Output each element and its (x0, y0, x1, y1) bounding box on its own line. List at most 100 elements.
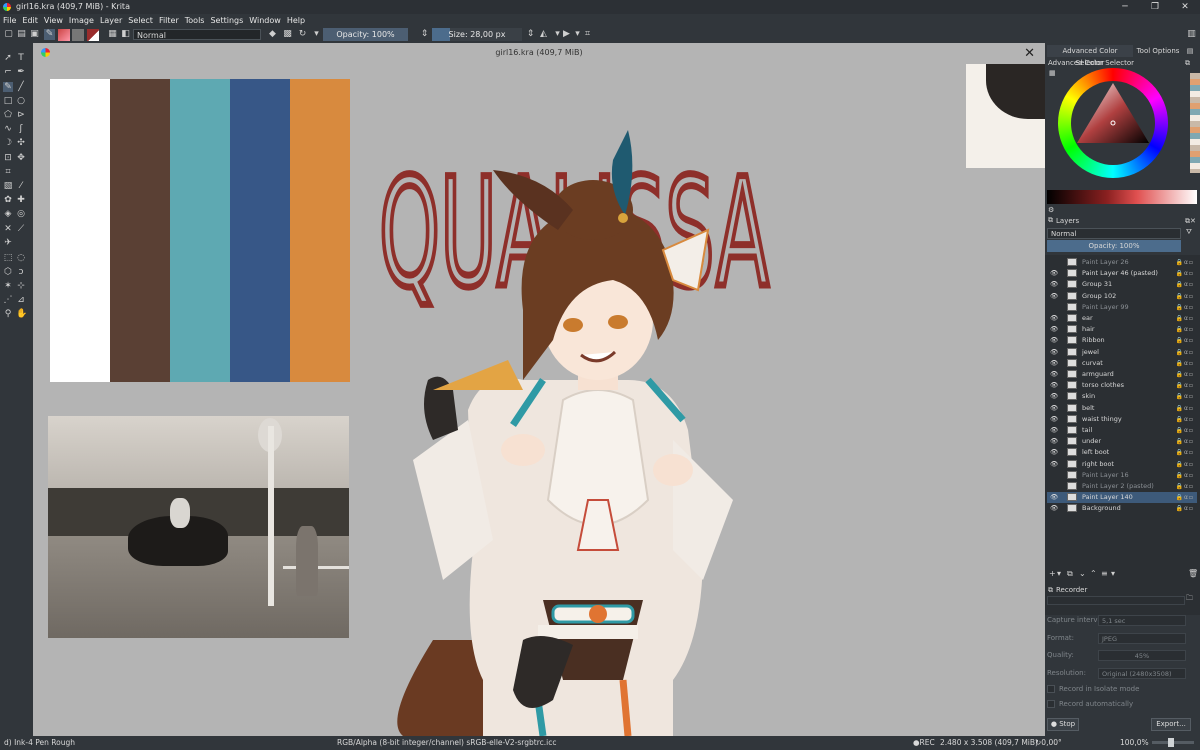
zoom-tool-icon[interactable]: ⚲ (3, 309, 13, 319)
float-docker-icon[interactable]: ⧉ (1185, 59, 1190, 68)
visibility-eye-icon[interactable]: 👁 (1050, 391, 1058, 402)
visibility-eye-icon[interactable]: 👁 (1050, 313, 1058, 324)
visibility-eye-icon[interactable]: 👁 (1050, 436, 1058, 447)
canvas-area[interactable]: girl16.kra (409,7 MiB) ✕ QUALISSA (33, 43, 1045, 736)
docker-config-icon[interactable]: ▤ (1183, 45, 1197, 57)
reference-images-icon[interactable]: ✈ (3, 238, 13, 248)
layer-lock-icon[interactable]: 🔒α▫ (1176, 313, 1195, 324)
layer-row[interactable]: 👁 belt 🔒α▫ (1047, 403, 1197, 414)
save-icon[interactable]: ▣ (29, 29, 40, 40)
layer-properties-icon[interactable]: ≡ (1101, 569, 1108, 578)
smart-patch-icon[interactable]: ✚ (16, 195, 26, 205)
add-layer-icon[interactable]: + (1049, 569, 1056, 578)
blend-mode-select[interactable]: Normal (133, 29, 261, 40)
isolate-mode-checkbox[interactable] (1047, 685, 1055, 693)
menu-help[interactable]: Help (284, 14, 308, 27)
layers-blend-select[interactable]: Normal (1047, 228, 1181, 239)
delete-layer-icon[interactable]: 🗑 (1188, 569, 1198, 578)
layer-lock-icon[interactable]: 🔒α▫ (1176, 459, 1195, 470)
visibility-eye-icon[interactable]: 👁 (1050, 369, 1058, 380)
color-settings-icon[interactable]: ▦ (1049, 69, 1056, 77)
visibility-eye-icon[interactable]: 👁 (1050, 503, 1058, 514)
layer-row[interactable]: 👁 tail 🔒α▫ (1047, 425, 1197, 436)
zoom-label[interactable]: 100,0% (1120, 736, 1149, 750)
visibility-eye-icon[interactable]: 👁 (1050, 268, 1058, 279)
restore-icon[interactable]: ❐ (1140, 0, 1170, 14)
layer-lock-icon[interactable]: 🔒α▫ (1176, 257, 1195, 268)
mirror-vertical-icon[interactable]: ▶ (561, 29, 572, 40)
layer-row[interactable]: 👁 curvat 🔒α▫ (1047, 358, 1197, 369)
menu-view[interactable]: View (41, 14, 66, 27)
wrap-around-icon[interactable]: ⌗ (582, 29, 593, 40)
contiguous-select-icon[interactable]: ✶ (3, 281, 13, 291)
transform-tool-icon[interactable]: ⊡ (3, 153, 13, 163)
layer-lock-icon[interactable]: 🔒α▫ (1176, 436, 1195, 447)
layer-row[interactable]: 👁 waist thingy 🔒α▫ (1047, 414, 1197, 425)
layer-row[interactable]: 👁 Paint Layer 46 (pasted) 🔒α▫ (1047, 268, 1197, 279)
minimize-icon[interactable]: ─ (1110, 0, 1140, 14)
move-layer-down-icon[interactable]: ⌄ (1079, 569, 1086, 578)
measure-tool-icon[interactable]: ⟋ (16, 224, 26, 234)
visibility-eye-icon[interactable]: 👁 (1050, 324, 1058, 335)
visibility-eye-icon[interactable]: 👁 (1050, 425, 1058, 436)
close-document-icon[interactable]: ✕ (1024, 46, 1035, 61)
visibility-eye-icon[interactable]: 👁 (1050, 403, 1058, 414)
layer-lock-icon[interactable]: 🔒α▫ (1176, 425, 1195, 436)
visibility-eye-icon[interactable]: 👁 (1050, 358, 1058, 369)
layer-lock-icon[interactable]: 🔒α▫ (1176, 403, 1195, 414)
ellipse-tool-icon[interactable]: ○ (16, 96, 26, 106)
gradient-swatch-icon[interactable] (58, 29, 70, 41)
layer-row[interactable]: 👁 Paint Layer 140 🔒α▫ (1047, 492, 1197, 504)
visibility-eye-icon[interactable]: 👁 (1050, 380, 1058, 391)
stop-button[interactable]: ● Stop (1047, 718, 1079, 731)
menu-edit[interactable]: Edit (19, 14, 41, 27)
capture-interval-field[interactable]: 5,1 sec (1098, 615, 1186, 626)
freehand-path-icon[interactable]: ʃ (16, 124, 26, 134)
chevron-down-icon[interactable]: ▾ (1111, 569, 1115, 578)
spin-arrows-icon[interactable]: ⇕ (525, 29, 536, 40)
color-triangle[interactable] (1073, 78, 1153, 158)
layer-lock-icon[interactable]: 🔒α▫ (1176, 380, 1195, 391)
rectangle-tool-icon[interactable]: □ (3, 96, 13, 106)
close-window-icon[interactable]: ✕ (1170, 0, 1200, 14)
layer-row[interactable]: 👁 ear 🔒α▫ (1047, 313, 1197, 324)
menu-filter[interactable]: Filter (156, 14, 182, 27)
format-select[interactable]: JPEG (1098, 633, 1186, 644)
polygon-select-icon[interactable]: ⬡ (3, 267, 13, 277)
brush-size-slider[interactable]: Size: 28,00 px (432, 28, 522, 41)
tab-advanced-color-selector[interactable]: Advanced Color Selector (1047, 45, 1133, 67)
layer-lock-icon[interactable]: 🔒α▫ (1176, 447, 1195, 458)
layer-lock-icon[interactable]: 🔒α▫ (1176, 302, 1195, 313)
mirror-horizontal-icon[interactable]: ◭ (538, 29, 549, 40)
export-button[interactable]: Export... (1151, 718, 1191, 731)
line-tool-icon[interactable]: ╱ (16, 82, 26, 92)
workspace-icon[interactable]: ▥ (1186, 29, 1197, 40)
menu-layer[interactable]: Layer (97, 14, 125, 27)
layer-lock-icon[interactable]: 🔒α▫ (1176, 470, 1195, 481)
layer-lock-icon[interactable]: 🔒α▫ (1176, 291, 1195, 302)
similar-select-icon[interactable]: ⊹ (16, 281, 26, 291)
tab-tool-options[interactable]: Tool Options (1135, 45, 1181, 57)
layer-row[interactable]: 👁 left boot 🔒α▫ (1047, 447, 1197, 458)
open-document-icon[interactable]: ▤ (16, 29, 27, 40)
layer-row[interactable]: Paint Layer 16 🔒α▫ (1047, 470, 1197, 481)
move-tool-icon[interactable]: ✥ (16, 153, 26, 163)
freehand-brush-icon[interactable]: ✎ (3, 82, 13, 92)
layer-lock-icon[interactable]: 🔒α▫ (1176, 492, 1195, 503)
pan-tool-icon[interactable]: ✋ (16, 309, 27, 319)
enclose-fill-icon[interactable]: ◎ (16, 209, 26, 219)
rect-select-icon[interactable]: ⬚ (3, 253, 13, 263)
crop-tool-icon[interactable]: ⌗ (3, 167, 13, 177)
menu-window[interactable]: Window (246, 14, 284, 27)
layer-row[interactable]: Paint Layer 26 🔒α▫ (1047, 257, 1197, 268)
quality-field[interactable]: 45% (1098, 650, 1186, 661)
pattern-swatch-icon[interactable] (72, 29, 84, 41)
layer-lock-icon[interactable]: 🔒α▫ (1176, 369, 1195, 380)
layer-row[interactable]: Paint Layer 99 🔒α▫ (1047, 302, 1197, 313)
layer-row[interactable]: 👁 right boot 🔒α▫ (1047, 459, 1197, 470)
current-brush-label[interactable]: d) Ink-4 Pen Rough (4, 736, 75, 750)
menu-settings[interactable]: Settings (207, 14, 246, 27)
dynamic-brush-icon[interactable]: ☽ (3, 138, 13, 148)
duplicate-layer-icon[interactable]: ⧉ (1067, 569, 1073, 579)
fill-pattern-icon[interactable]: ▦ (107, 29, 118, 40)
